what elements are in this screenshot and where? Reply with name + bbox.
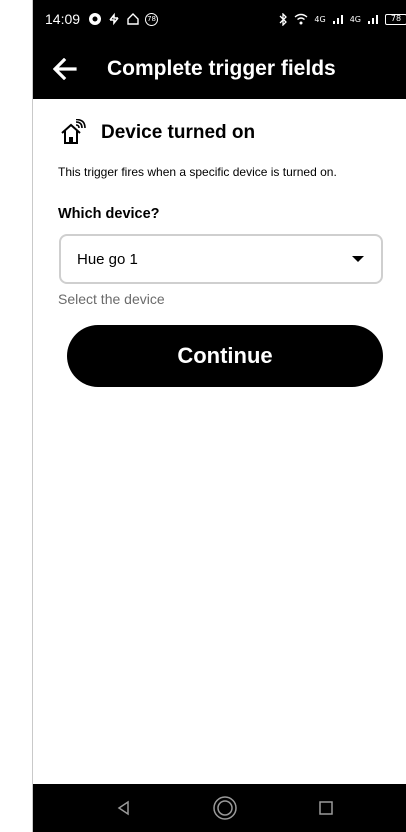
- nav-home-button[interactable]: [209, 792, 241, 824]
- system-nav-bar: [33, 784, 406, 832]
- device-select-value: Hue go 1: [77, 250, 138, 268]
- smart-home-icon: [61, 119, 86, 144]
- trigger-heading: Device turned on: [59, 119, 255, 147]
- network-type-label: 4G: [314, 14, 326, 24]
- app-notification-icon: [89, 13, 102, 25]
- sync-icon: [109, 12, 119, 26]
- signal-icon-2: [368, 15, 378, 24]
- square-recents-icon: [319, 801, 334, 815]
- circle-home-icon: [213, 796, 237, 820]
- dropdown-caret-icon: [352, 256, 364, 262]
- device-field-helper: Select the device: [58, 291, 165, 307]
- home-notification-icon: [127, 13, 139, 25]
- nav-recents-button[interactable]: [310, 792, 342, 824]
- continue-button[interactable]: Continue: [67, 325, 383, 387]
- status-time: 14:09: [45, 11, 81, 27]
- app-screen: 14:09 78 4G 4G 78 Complete trigger field…: [32, 0, 406, 832]
- status-bar: 14:09 78 4G 4G 78: [33, 0, 406, 38]
- status-system-icons: 4G 4G 78: [279, 12, 406, 26]
- page-title: Complete trigger fields: [107, 56, 336, 80]
- device-select[interactable]: Hue go 1: [59, 234, 383, 284]
- notification-count-badge: 78: [145, 12, 159, 26]
- network-type-label-2: 4G: [349, 14, 361, 24]
- status-notification-icons: 78: [88, 12, 159, 26]
- triangle-back-icon: [117, 800, 129, 816]
- arrow-left-icon: [53, 57, 77, 80]
- signal-icon: [332, 15, 343, 24]
- trigger-description: This trigger fires when a specific devic…: [58, 165, 337, 179]
- device-frame: 14:09 78 4G 4G 78 Complete trigger field…: [0, 0, 406, 832]
- device-field-label: Which device?: [58, 206, 160, 222]
- nav-back-button[interactable]: [108, 792, 140, 824]
- bluetooth-icon: [279, 12, 288, 26]
- back-button[interactable]: [49, 53, 81, 85]
- trigger-title: Device turned on: [101, 122, 256, 143]
- wifi-icon: [294, 13, 308, 25]
- battery-icon: 78: [385, 13, 406, 25]
- top-app-bar: Complete trigger fields: [33, 38, 406, 99]
